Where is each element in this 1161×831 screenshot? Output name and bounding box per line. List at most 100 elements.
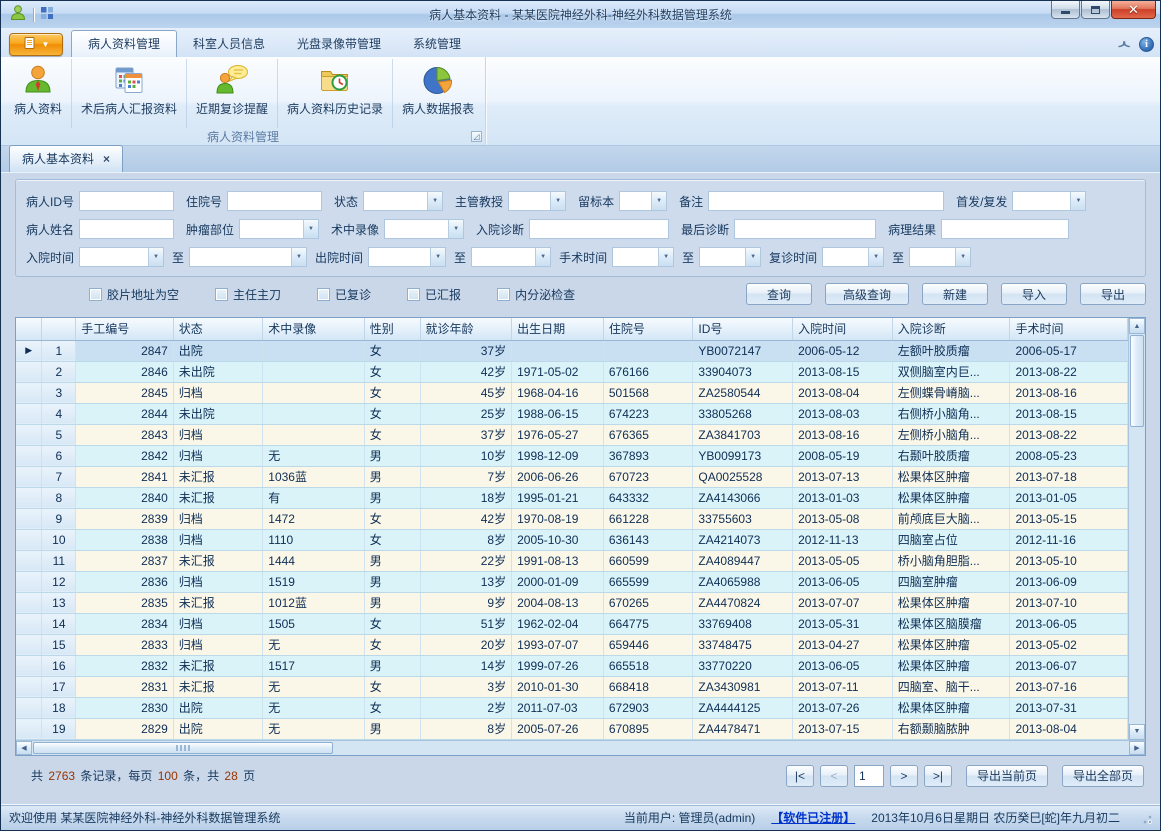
field-input-病人ID号[interactable] (79, 191, 174, 211)
action-button-查询[interactable]: 查询 (746, 283, 812, 305)
field-input-备注[interactable] (708, 191, 944, 211)
column-header-入院时间[interactable]: 入院时间 (793, 318, 893, 340)
table-row[interactable]: 142834归档1505女51岁1962-02-0466477533769408… (16, 613, 1128, 634)
vertical-scrollbar[interactable]: ▲ ▼ (1128, 318, 1145, 740)
tab-patient-basic-info[interactable]: 病人基本资料 × (9, 145, 123, 172)
table-row[interactable]: 42844未出院女25岁1988-06-15674223338052682013… (16, 403, 1128, 424)
table-row[interactable]: ▶12847出院女37岁YB00721472006-05-12左额叶胶质瘤200… (16, 340, 1128, 361)
table-row[interactable]: 182830出院无女2岁2011-07-03672903ZA4444125201… (16, 697, 1128, 718)
next-page-button[interactable]: > (890, 765, 918, 787)
application-menu-button[interactable]: ▼ (9, 33, 63, 56)
dropdown-arrow-icon[interactable]: ▼ (745, 248, 760, 266)
column-header-empty[interactable] (42, 318, 76, 340)
column-header-手工编号[interactable]: 手工编号 (76, 318, 174, 340)
info-icon[interactable]: i (1139, 37, 1154, 52)
resize-grip[interactable] (1140, 812, 1152, 824)
column-header-住院号[interactable]: 住院号 (603, 318, 693, 340)
field-combo-至[interactable]: ▼ (189, 247, 307, 267)
table-row[interactable]: 62842归档无男10岁1998-12-09367893YB0099173200… (16, 445, 1128, 466)
dropdown-arrow-icon[interactable]: ▼ (427, 192, 442, 210)
table-row[interactable]: 112837未汇报1444男22岁1991-08-13660599ZA40894… (16, 550, 1128, 571)
collapse-ribbon-icon[interactable]: ㅅ (1116, 36, 1132, 52)
table-row[interactable]: 152833归档无女20岁1993-07-0765944633748475201… (16, 634, 1128, 655)
table-row[interactable]: 32845归档女45岁1968-04-16501568ZA25805442013… (16, 382, 1128, 403)
close-button[interactable]: ✕ (1111, 1, 1156, 19)
field-combo-入院时间[interactable]: ▼ (79, 247, 164, 267)
action-button-导入[interactable]: 导入 (1001, 283, 1067, 305)
column-header-手术时间[interactable]: 手术时间 (1010, 318, 1128, 340)
field-combo-状态[interactable]: ▼ (363, 191, 443, 211)
table-row[interactable]: 92839归档1472女42岁1970-08-19661228337556032… (16, 508, 1128, 529)
horizontal-scrollbar[interactable]: ◀ ▶ (16, 740, 1145, 755)
last-page-button[interactable]: >| (924, 765, 952, 787)
column-header-状态[interactable]: 状态 (173, 318, 262, 340)
scroll-left-icon[interactable]: ◀ (16, 741, 32, 755)
table-row[interactable]: 132835未汇报1012蓝男9岁2004-08-13670265ZA44708… (16, 592, 1128, 613)
ribbon-button-病人资料[interactable]: 病人资料 (5, 59, 72, 128)
maximize-button[interactable] (1081, 1, 1110, 19)
table-row[interactable]: 172831未汇报无女3岁2010-01-30668418ZA343098120… (16, 676, 1128, 697)
field-combo-出院时间[interactable]: ▼ (368, 247, 446, 267)
ribbon-tab-光盘录像带管理[interactable]: 光盘录像带管理 (281, 31, 397, 57)
table-row[interactable]: 102838归档1110女8岁2005-10-30636143ZA4214073… (16, 529, 1128, 550)
table-row[interactable]: 82840未汇报有男18岁1995-01-21643332ZA414306620… (16, 487, 1128, 508)
table-row[interactable]: 122836归档1519男13岁2000-01-09665599ZA406598… (16, 571, 1128, 592)
scroll-down-icon[interactable]: ▼ (1129, 724, 1145, 740)
field-combo-肿瘤部位[interactable]: ▼ (239, 219, 319, 239)
horizontal-scroll-thumb[interactable] (33, 742, 333, 754)
column-header-ID号[interactable]: ID号 (693, 318, 793, 340)
field-input-最后诊断[interactable] (734, 219, 876, 239)
ribbon-tab-科室人员信息[interactable]: 科室人员信息 (177, 31, 281, 57)
table-row[interactable]: 162832未汇报1517男14岁1999-07-266655183377022… (16, 655, 1128, 676)
dropdown-arrow-icon[interactable]: ▼ (303, 220, 318, 238)
ribbon-button-术后病人汇报资料[interactable]: 术后病人汇报资料 (72, 59, 187, 128)
dropdown-arrow-icon[interactable]: ▼ (651, 192, 666, 210)
dialog-launcher-icon[interactable]: ◿ (471, 131, 482, 142)
column-header-术中录像[interactable]: 术中录像 (263, 318, 364, 340)
column-header-出生日期[interactable]: 出生日期 (512, 318, 604, 340)
registration-status-link[interactable]: 【软件已注册】 (771, 809, 855, 826)
dropdown-arrow-icon[interactable]: ▼ (1070, 192, 1085, 210)
action-button-导出[interactable]: 导出 (1080, 283, 1146, 305)
field-input-住院号[interactable] (227, 191, 322, 211)
checkbox-主任主刀[interactable]: 主任主刀 (215, 286, 281, 303)
dropdown-arrow-icon[interactable]: ▼ (955, 248, 970, 266)
field-combo-术中录像[interactable]: ▼ (384, 219, 464, 239)
table-row[interactable]: 52843归档女37岁1976-05-27676365ZA38417032013… (16, 424, 1128, 445)
column-header-入院诊断[interactable]: 入院诊断 (892, 318, 1010, 340)
field-input-入院诊断[interactable] (529, 219, 669, 239)
field-combo-留标本[interactable]: ▼ (619, 191, 667, 211)
checkbox-胶片地址为空[interactable]: 胶片地址为空 (89, 286, 179, 303)
quick-access-layout-icon[interactable] (40, 6, 54, 23)
scroll-up-icon[interactable]: ▲ (1129, 318, 1145, 334)
column-header-性别[interactable]: 性别 (364, 318, 420, 340)
field-combo-手术时间[interactable]: ▼ (612, 247, 674, 267)
dropdown-arrow-icon[interactable]: ▼ (535, 248, 550, 266)
tab-close-icon[interactable]: × (103, 154, 110, 164)
field-combo-至[interactable]: ▼ (909, 247, 971, 267)
minimize-button[interactable] (1051, 1, 1080, 19)
column-header-就诊年龄[interactable]: 就诊年龄 (420, 318, 512, 340)
page-number-input[interactable] (854, 765, 884, 787)
scroll-right-icon[interactable]: ▶ (1129, 741, 1145, 755)
dropdown-arrow-icon[interactable]: ▼ (448, 220, 463, 238)
field-combo-至[interactable]: ▼ (699, 247, 761, 267)
ribbon-button-近期复诊提醒[interactable]: 近期复诊提醒 (187, 59, 278, 128)
checkbox-内分泌检查[interactable]: 内分泌检查 (497, 286, 575, 303)
dropdown-arrow-icon[interactable]: ▼ (430, 248, 445, 266)
prev-page-button[interactable]: < (820, 765, 848, 787)
checkbox-已汇报[interactable]: 已汇报 (407, 286, 461, 303)
dropdown-arrow-icon[interactable]: ▼ (868, 248, 883, 266)
ribbon-tab-系统管理[interactable]: 系统管理 (397, 31, 477, 57)
field-combo-主管教授[interactable]: ▼ (508, 191, 566, 211)
table-row[interactable]: 72841未汇报1036蓝男7岁2006-06-26670723QA002552… (16, 466, 1128, 487)
field-combo-至[interactable]: ▼ (471, 247, 551, 267)
ribbon-button-病人数据报表[interactable]: 病人数据报表 (393, 59, 483, 128)
field-combo-首发/复发[interactable]: ▼ (1012, 191, 1086, 211)
table-row[interactable]: 22846未出院女42岁1971-05-02676166339040732013… (16, 361, 1128, 382)
dropdown-arrow-icon[interactable]: ▼ (291, 248, 306, 266)
export-all-pages-button[interactable]: 导出全部页 (1062, 765, 1144, 787)
dropdown-arrow-icon[interactable]: ▼ (658, 248, 673, 266)
table-row[interactable]: 192829出院无男8岁2005-07-26670895ZA4478471201… (16, 718, 1128, 739)
dropdown-arrow-icon[interactable]: ▼ (148, 248, 163, 266)
